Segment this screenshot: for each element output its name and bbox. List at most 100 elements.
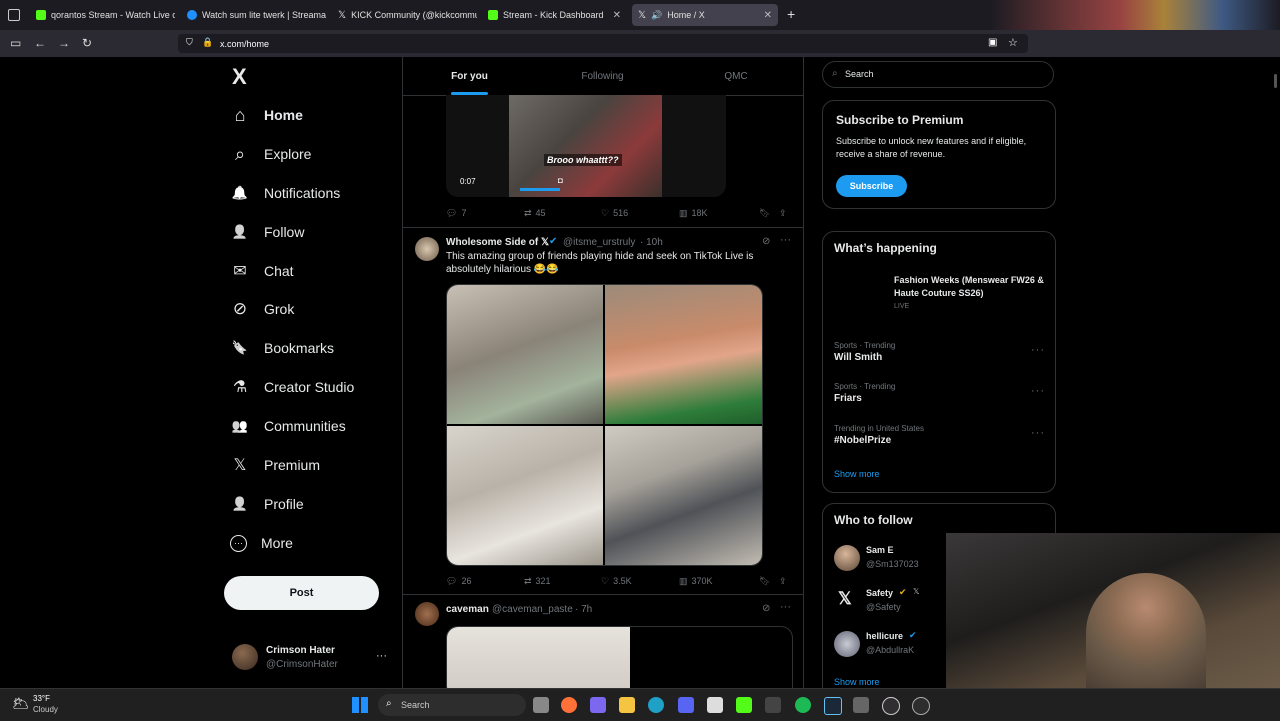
media-image[interactable] (447, 426, 603, 565)
speaker-icon[interactable]: 🔊 (651, 10, 662, 21)
more-icon[interactable]: ··· (1031, 344, 1045, 356)
like-button[interactable]: ♡ 3.5K (601, 576, 632, 587)
reply-button[interactable]: 💬︎ 26 (446, 576, 471, 587)
edge-icon[interactable] (648, 697, 664, 713)
discord-icon[interactable] (678, 697, 694, 713)
subscribe-button[interactable]: Subscribe (836, 175, 907, 197)
reply-button[interactable]: 💬︎ 7 (446, 208, 466, 219)
follow-suggestion[interactable]: 𝕏 Safety ✔ 𝕏 @Safety (834, 587, 944, 617)
sidebar-toggle-icon[interactable]: ▭ (10, 37, 21, 49)
browser-tab-4[interactable]: Stream - Kick Dashboard ✕ (482, 4, 627, 26)
tab-for-you[interactable]: For you (403, 57, 536, 95)
post-video[interactable]: Brooo whaattt?? 0:07 ◘ (446, 95, 726, 197)
sidebar-item-more[interactable]: ⋯ More (230, 528, 293, 558)
sidebar-item-explore[interactable]: ⌕ Explore (230, 139, 312, 169)
grok-icon[interactable]: ⊘ (762, 603, 770, 614)
store-icon[interactable] (707, 697, 723, 713)
sidebar-item-chat[interactable]: ✉ Chat (230, 256, 293, 286)
follow-suggestion[interactable]: Sam E @Sm137023 (834, 544, 944, 574)
tab-qmc[interactable]: QMC (669, 57, 803, 95)
post-media[interactable] (446, 626, 793, 688)
kick-icon[interactable] (736, 697, 752, 713)
app-icon[interactable] (912, 697, 930, 715)
back-icon[interactable]: ← (34, 37, 46, 49)
obs-icon[interactable] (882, 697, 900, 715)
more-icon[interactable]: ··· (780, 234, 791, 246)
post-time[interactable]: · 10h (640, 237, 663, 248)
page-scrollbar[interactable] (1274, 74, 1277, 88)
post-handle[interactable]: @caveman_paste (492, 604, 573, 615)
sidebar-item-creator-studio[interactable]: ⚗ Creator Studio (230, 372, 354, 402)
show-more-link[interactable]: Show more (834, 677, 880, 687)
video-progress-handle[interactable]: ◘ (558, 176, 563, 185)
repost-button[interactable]: ⇄ 45 (524, 208, 546, 219)
taskbar-search[interactable]: ⌕ Search (378, 694, 526, 716)
featured-trend[interactable]: Fashion Weeks (Menswear FW26 & Haute Cou… (834, 274, 1046, 314)
terminal-icon[interactable] (765, 697, 781, 713)
reload-icon[interactable]: ↻ (82, 37, 92, 49)
tab-overview-icon[interactable] (8, 9, 20, 21)
sidebar-item-profile[interactable]: 👤 Profile (230, 489, 304, 519)
search-box[interactable]: ⌕ Search (822, 61, 1054, 88)
media-image[interactable] (605, 426, 762, 565)
app-icon[interactable] (853, 697, 869, 713)
close-icon[interactable]: ✕ (613, 10, 621, 21)
share-button[interactable]: ⇪ (779, 208, 787, 219)
sidebar-item-communities[interactable]: 👥 Communities (230, 411, 346, 441)
spotify-icon[interactable] (795, 697, 811, 713)
sidebar-item-grok[interactable]: ⊘ Grok (230, 294, 294, 324)
post[interactable]: caveman @caveman_paste · 7h ⊘ ··· (403, 595, 803, 688)
file-explorer-icon[interactable] (619, 697, 635, 713)
windows-start-icon[interactable] (352, 697, 368, 713)
show-more-link[interactable]: Show more (834, 469, 880, 479)
bookmark-button[interactable]: 🔖︎ (759, 208, 770, 219)
post[interactable]: Wholesome Side of 𝕏 ✔ @itsme_urstruly · … (403, 228, 803, 594)
post-media-grid[interactable] (446, 284, 763, 566)
person-plus-icon: 👤 (231, 224, 249, 239)
grok-icon[interactable]: ⊘ (762, 236, 770, 247)
trend-item[interactable]: Trending in United States #NobelPrize ··… (834, 424, 1046, 446)
browser-tab-2[interactable]: Watch sum lite twerk | Streama ✕ (181, 4, 326, 26)
post-time[interactable]: · 7h (575, 604, 592, 615)
like-button[interactable]: ♡ 516 (601, 208, 628, 219)
reader-view-icon[interactable]: ▣ (988, 37, 997, 48)
more-icon[interactable]: ··· (1031, 385, 1045, 397)
url-bar[interactable]: ⛉ 🔒 x.com/home ▣ ☆ (178, 34, 1028, 53)
sidebar-item-home[interactable]: ⌂ Home (230, 100, 303, 130)
star-icon[interactable]: ☆ (1008, 36, 1018, 49)
new-tab-button[interactable]: + (787, 6, 795, 22)
post-handle[interactable]: @itsme_urstruly (563, 237, 635, 248)
share-button[interactable]: ⇪ (779, 576, 787, 587)
browser-tab-5[interactable]: 𝕏 🔊 Home / X ✕ (632, 4, 778, 26)
sidebar-item-notifications[interactable]: 🔔 Notifications (230, 178, 340, 208)
bookmark-button[interactable]: 🔖︎ (759, 576, 770, 587)
close-icon[interactable]: ✕ (764, 10, 772, 21)
steam-icon[interactable] (824, 697, 842, 715)
media-image[interactable] (447, 285, 603, 424)
x-logo-icon[interactable]: X (232, 64, 247, 90)
trend-item[interactable]: Sports · Trending Friars ··· (834, 382, 1046, 404)
browser-tab-3[interactable]: 𝕏 KICK Community (@kickcommu ✕ (332, 4, 477, 26)
views-button[interactable]: ▥ 370K (679, 576, 713, 587)
sidebar-item-bookmarks[interactable]: 🔖 Bookmarks (230, 333, 334, 363)
sidebar-item-follow[interactable]: 👤 Follow (230, 217, 305, 247)
more-icon[interactable]: ··· (1031, 427, 1045, 439)
views-button[interactable]: ▥ 18K (679, 208, 708, 219)
account-switcher[interactable]: Crimson Hater @CrimsonHater ··· (230, 641, 390, 675)
more-icon[interactable]: ··· (376, 650, 387, 662)
tab-following[interactable]: Following (536, 57, 669, 95)
post-author[interactable]: Wholesome Side of 𝕏 (446, 237, 549, 248)
more-icon[interactable]: ··· (780, 601, 791, 613)
forward-icon[interactable]: → (58, 37, 70, 49)
media-image[interactable] (605, 285, 762, 424)
browser-tab-1[interactable]: qorantos Stream - Watch Live o ✕ (30, 4, 175, 26)
post-author[interactable]: caveman (446, 604, 489, 615)
sidebar-item-premium[interactable]: 𝕏 Premium (230, 450, 320, 480)
firefox-icon[interactable] (561, 697, 577, 713)
app-icon[interactable] (590, 697, 606, 713)
follow-suggestion[interactable]: hellicure ✔ @AbdullraK (834, 630, 944, 660)
trend-item[interactable]: Sports · Trending Will Smith ··· (834, 341, 1046, 363)
post-button[interactable]: Post (224, 576, 379, 610)
repost-button[interactable]: ⇄ 321 (524, 576, 551, 587)
task-view-icon[interactable] (533, 697, 549, 713)
